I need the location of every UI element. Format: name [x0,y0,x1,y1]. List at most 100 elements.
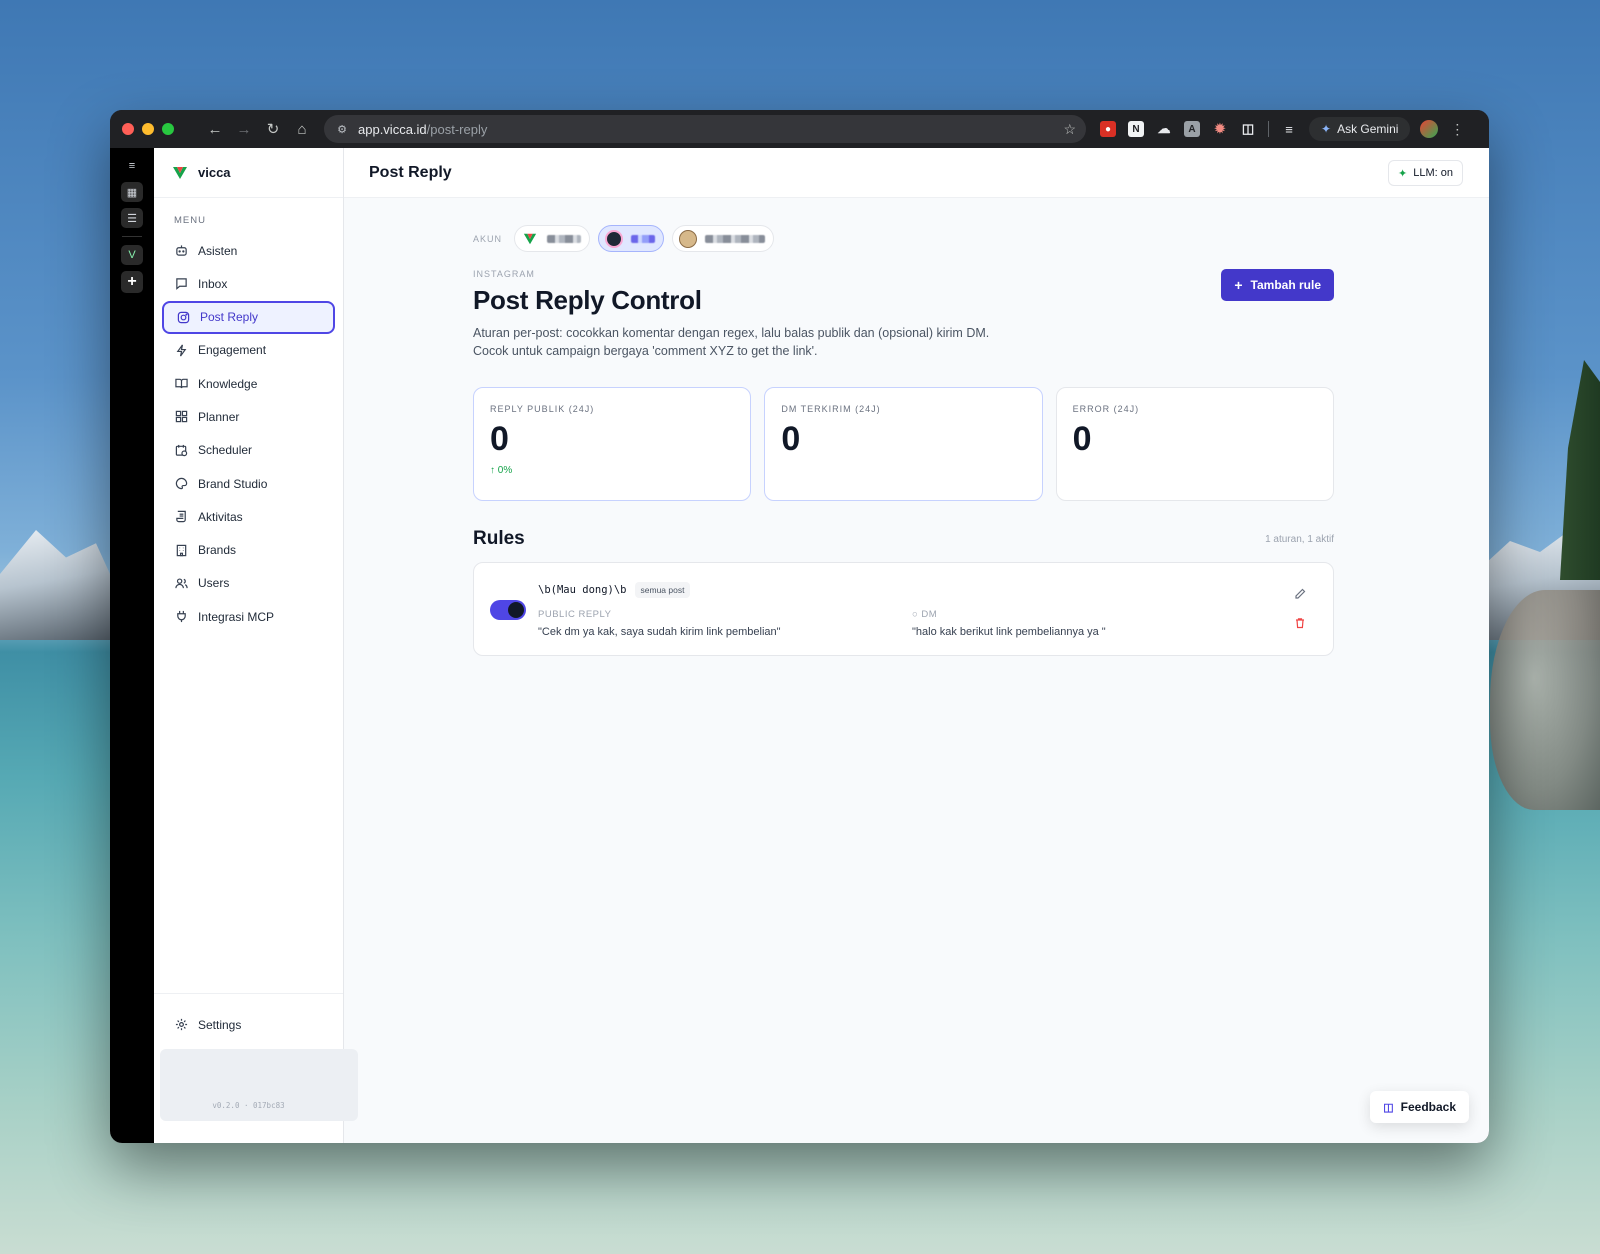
sidebar-item-integrasi-mcp[interactable]: Integrasi MCP [162,600,335,633]
delete-rule-button[interactable] [1293,616,1307,630]
llm-status-button[interactable]: ✦ LLM: on [1388,160,1463,186]
url-text[interactable]: app.vicca.id/post-reply [358,122,1055,137]
page-header: Post Reply [344,148,1489,198]
main-area: Post Reply ✦ LLM: on AKUN INSTAGRAM Post… [344,148,1489,1143]
scroll-icon [174,510,188,524]
zap-icon [174,343,188,357]
account-label: AKUN [473,233,503,244]
platform-eyebrow: INSTAGRAM [473,269,535,279]
account-chip-selected[interactable] [598,225,665,252]
stat-card-dm-sent: DM TERKIRIM (24J) 0 [764,387,1043,501]
sidebar-item-post-reply[interactable]: Post Reply [162,300,335,334]
arrow-up-icon: ↑ [490,465,495,476]
sidebar-item-scheduler[interactable]: Scheduler [162,434,335,467]
add-rule-button[interactable]: + Tambah rule [1221,269,1334,301]
sidebar-item-planner[interactable]: Planner [162,400,335,433]
sidebar-item-label: Inbox [198,276,228,291]
sidebar-item-users[interactable]: Users [162,567,335,600]
account-selector: AKUN [473,225,1334,252]
feedback-label: Feedback [1400,1100,1456,1114]
app-content: ≡ ▦ ☰ V + vicca MENU Asisten Inbox Post … [110,148,1489,1143]
desktop-rock [1490,590,1600,810]
extension-red-icon[interactable]: ● [1100,121,1116,137]
vicca-workspace-icon[interactable]: V [121,245,143,265]
sparkle-icon: ✦ [1398,167,1408,180]
account-name-redacted [705,234,766,243]
app-version: v0.2.0 · 017bc83 [212,1101,285,1110]
brand-name: vicca [198,165,231,180]
desktop-tree [1560,360,1600,580]
account-avatar [605,229,624,248]
search-list-icon[interactable]: ☰ [121,208,143,228]
account-chip[interactable] [672,225,775,252]
puzzle-extensions-icon[interactable]: ◫ [1240,121,1256,137]
account-avatar [679,229,698,248]
edit-rule-button[interactable] [1293,587,1307,601]
account-avatar [521,229,540,248]
apps-grid-icon[interactable]: ▦ [121,182,143,202]
account-chip[interactable] [514,225,591,252]
bookmark-star-icon[interactable]: ☆ [1063,121,1076,138]
sidebar-item-label: Post Reply [200,310,259,325]
section-description: Aturan per-post: cocokkan komentar denga… [473,324,1334,360]
plug-icon [174,610,188,624]
ask-gemini-button[interactable]: ✦ Ask Gemini [1309,117,1411,141]
cloud-extension-icon[interactable]: ☁ [1156,121,1172,137]
account-name-redacted [547,234,582,243]
sidebar-item-knowledge[interactable]: Knowledge [162,367,335,400]
user-profile-card[interactable] [160,1049,358,1121]
trash-icon [1296,618,1304,629]
home-icon[interactable]: ⌂ [289,116,315,142]
sidebar-item-label: Integrasi MCP [198,609,275,624]
sidebar-item-inbox[interactable]: Inbox [162,267,335,300]
address-bar[interactable]: ⚙ app.vicca.id/post-reply ☆ [324,115,1086,143]
feedback-button[interactable]: ◫ Feedback [1370,1091,1469,1123]
more-menu-icon[interactable]: ⋮ [1450,121,1464,138]
collapse-sidebar-icon[interactable]: ≡ [121,156,143,176]
back-icon[interactable]: ← [202,116,228,142]
asterisk-extension-icon[interactable]: ✹ [1212,121,1228,137]
window-controls [122,123,174,135]
account-name-redacted [631,234,656,243]
page-title: Post Reply [369,163,452,181]
maximize-window-button[interactable] [162,123,174,135]
reading-list-icon[interactable]: ≡ [1281,121,1297,137]
plus-icon: + [1234,277,1243,293]
minimize-window-button[interactable] [142,123,154,135]
profile-avatar[interactable] [1420,120,1439,138]
desktop-mountain-left [0,530,120,640]
sidebar-item-engagement[interactable]: Engagement [162,334,335,367]
rule-card: \b(Mau dong)\b semua post PUBLIC REPLY "… [473,562,1334,656]
users-icon [174,576,188,590]
sidebar-item-brand-studio[interactable]: Brand Studio [162,467,335,500]
brand-header[interactable]: vicca [154,148,343,198]
extension-gray-icon[interactable]: A [1184,121,1200,137]
calendar-clock-icon [174,443,188,457]
description-line: Aturan per-post: cocokkan komentar denga… [473,326,990,340]
reload-icon[interactable]: ↻ [260,116,286,142]
rules-title: Rules [473,528,525,549]
description-line: Cocok untuk campaign bergaya 'comment XY… [473,344,818,358]
post-reply-panel: AKUN INSTAGRAM Post Reply Control Aturan… [473,198,1334,656]
sidebar-item-label: Asisten [198,243,238,258]
sidebar-item-asisten[interactable]: Asisten [162,234,335,267]
gear-icon [174,1018,188,1032]
notion-extension-icon[interactable]: N [1128,121,1144,137]
stat-value: 0 [490,420,509,458]
add-workspace-button[interactable]: + [121,271,143,293]
sidebar-item-aktivitas[interactable]: Aktivitas [162,500,335,533]
close-window-button[interactable] [122,123,134,135]
bot-icon [174,244,188,258]
rule-enabled-toggle[interactable] [490,600,526,620]
rules-header: Rules 1 aturan, 1 aktif [473,528,1334,550]
site-settings-icon[interactable]: ⚙ [334,121,350,137]
grid-icon [174,410,188,424]
forward-icon[interactable]: → [231,116,257,142]
chat-bubble-icon: ○ [912,609,919,620]
sidebar-item-label: Scheduler [198,443,253,458]
sidebar-item-settings[interactable]: Settings [162,1008,335,1041]
sidebar-item-label: Engagement [198,343,267,358]
sidebar-item-brands[interactable]: Brands [162,534,335,567]
stat-value: 0 [1072,420,1092,458]
vicca-logo-icon [172,165,188,181]
